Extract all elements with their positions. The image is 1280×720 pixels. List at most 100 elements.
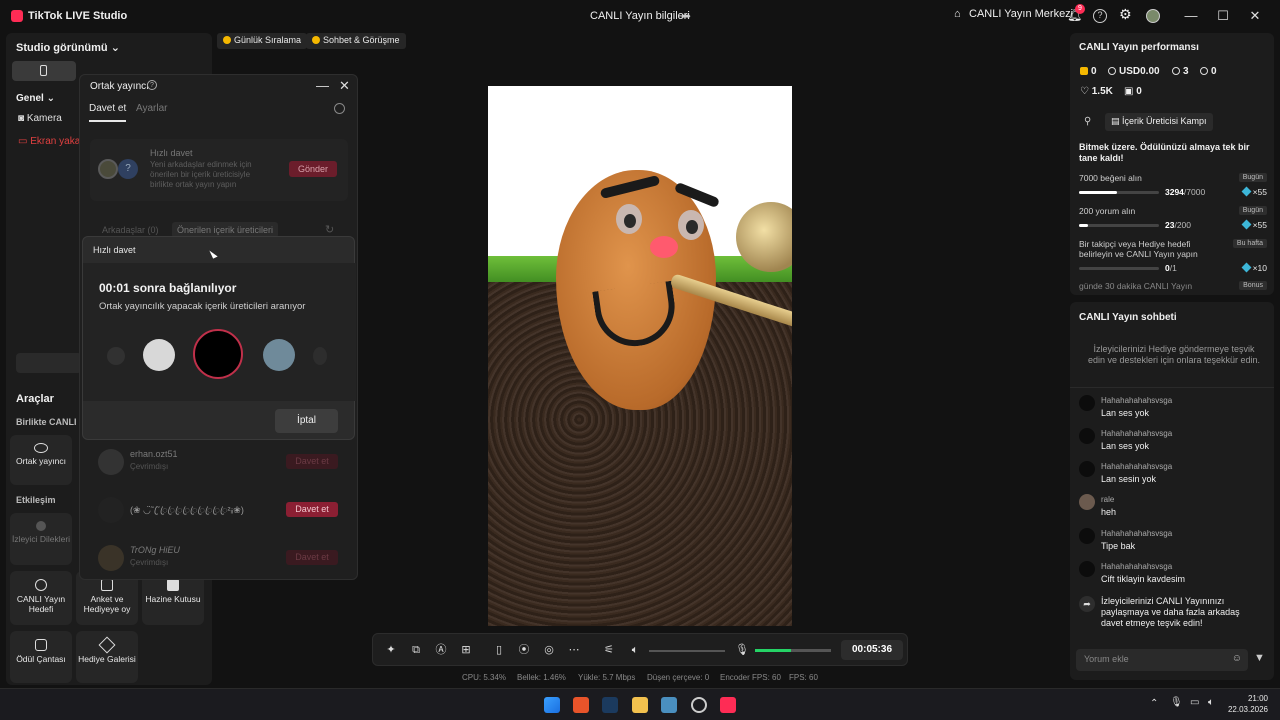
help-icon[interactable]: ? — [147, 80, 157, 90]
tiktok-live-icon[interactable] — [720, 697, 736, 713]
message-text: Lan sesin yok — [1101, 474, 1157, 484]
settings-sliders-icon[interactable]: ⚟ — [603, 644, 615, 656]
magic-wand-icon[interactable]: ✦ — [385, 644, 397, 656]
task-name: günde 30 dakika CANLI Yayın — [1079, 281, 1193, 291]
gift-gallery-tool[interactable]: Hediye Galerisi — [76, 631, 138, 683]
phone-icon[interactable]: ▯ — [493, 644, 505, 656]
task-goal: Bir takipçi veya Hediye hedefi belirleyi… — [1079, 239, 1267, 275]
mic-tray-icon[interactable]: 🎙︎ — [1170, 697, 1183, 708]
volume-tray-icon[interactable]: 🔈︎ — [1208, 697, 1214, 708]
mic-level-slider[interactable] — [755, 649, 831, 652]
chat-message: rale heh — [1079, 494, 1269, 524]
speaker-icon[interactable]: 🔈︎ — [629, 644, 641, 656]
interaction-label: Etkileşim — [16, 495, 56, 505]
live-timer: 00:05:36 — [841, 640, 903, 660]
general-label[interactable]: Genel ⌄ — [16, 93, 55, 104]
search-icon[interactable] — [334, 103, 345, 114]
brave-icon[interactable] — [573, 697, 589, 713]
user-name: (❀ ◡̈˜˜ꦿꦿꦿꦿꦿꦿꦿꦿꦿꦿ²ᵢᵢ❀) — [130, 505, 244, 515]
emoji-icon[interactable]: ☺ — [1232, 653, 1242, 664]
dropped-frames-stat: Düşen çerçeve: 0 — [647, 673, 710, 682]
more-icon[interactable]: ⋯ — [568, 644, 580, 656]
cpu-stat: CPU: 5.34% — [462, 673, 507, 682]
filter-icon[interactable]: ▼ — [1254, 652, 1265, 664]
daily-ranking-chip[interactable]: Günlük Sıralama — [217, 33, 308, 49]
live-preview — [488, 86, 792, 626]
close-icon[interactable]: ✕ — [1247, 8, 1263, 24]
dialog-title: Ortak yayıncı — [90, 81, 149, 92]
effects-icon[interactable]: ⧉ — [410, 644, 422, 656]
quick-invite-desc: Yeni arkadaşlar edinmek için önerilen bi… — [150, 160, 252, 189]
quick-invite-title: Hızlı davet — [150, 148, 193, 158]
live-center-link[interactable]: CANLI Yayın Merkezi — [969, 8, 1073, 20]
ai-icon[interactable]: Ⓐ — [435, 644, 447, 656]
medal-icon — [223, 36, 231, 44]
task-progress-bar — [1079, 267, 1159, 270]
invite-button[interactable]: Davet et — [286, 454, 338, 469]
add-source-button[interactable] — [16, 353, 82, 373]
add-user-icon — [1200, 67, 1208, 75]
viewer-wishes-tool[interactable]: İzleyici Dilekleri — [10, 513, 72, 565]
add-scene-icon[interactable]: ⊞ — [460, 644, 472, 656]
microphone-icon[interactable]: 🎙︎ — [735, 644, 749, 656]
app-icon[interactable] — [691, 697, 707, 713]
camera-toggle-icon[interactable]: ◎ — [543, 644, 555, 656]
dialog-close-icon[interactable]: ✕ — [339, 78, 350, 94]
tab-invite[interactable]: Davet et — [89, 103, 126, 114]
chevron-up-icon[interactable]: ⌃ — [1150, 698, 1158, 709]
camera-icon: ◙ — [18, 113, 25, 124]
live-info-title[interactable]: CANLI Yayın bilgileri — [590, 10, 690, 22]
tiktok-logo-icon — [11, 10, 23, 22]
avatar[interactable] — [1146, 9, 1160, 23]
reward-bag-tool[interactable]: Ödül Çantası — [10, 631, 72, 683]
live-goal-label: CANLI Yayın Hedefi — [16, 594, 66, 614]
help-icon[interactable]: ? — [1093, 9, 1107, 23]
source-screen-capture[interactable]: ▭ Ekran yaka — [18, 136, 80, 147]
folder-icon[interactable] — [632, 697, 648, 713]
diamond-reward-icon — [1241, 262, 1252, 273]
start-icon[interactable] — [544, 697, 560, 713]
chat-call-chip[interactable]: Sohbet & Görüşme — [306, 33, 406, 49]
system-clock[interactable]: 21:00 22.03.2026 — [1222, 693, 1268, 715]
source-camera[interactable]: ◙ Kamera — [18, 113, 62, 124]
photos-icon[interactable] — [661, 697, 677, 713]
user-name: erhan.ozt51 — [130, 449, 178, 459]
candidate-avatar — [107, 347, 125, 365]
portrait-button[interactable] — [12, 61, 76, 81]
usd-stat: USD0.00 — [1108, 66, 1160, 77]
volume-slider[interactable] — [649, 650, 725, 652]
refresh-icon[interactable]: ↻ — [325, 223, 334, 236]
live-goal-tool[interactable]: CANLI Yayın Hedefi — [10, 571, 72, 625]
share-icon: ➦ — [1079, 596, 1095, 612]
steam-icon[interactable] — [602, 697, 618, 713]
gear-icon[interactable]: ⚙ — [1119, 6, 1132, 23]
send-button[interactable]: Gönder — [289, 161, 337, 177]
minimize-icon[interactable]: — — [1183, 8, 1199, 24]
edit-user-icon[interactable]: ⚲ — [1084, 116, 1091, 127]
likes-stat: ♡ 1.5K — [1080, 86, 1113, 97]
fps-stat: FPS: 60 — [789, 673, 818, 682]
list-item: (❀ ◡̈˜˜ꦿꦿꦿꦿꦿꦿꦿꦿꦿꦿ²ᵢᵢ❀) Davet et — [98, 495, 348, 525]
avatar — [98, 449, 124, 475]
comment-input[interactable]: Yorum ekle ☺ — [1076, 649, 1248, 671]
viewers-icon — [1172, 67, 1180, 75]
record-icon[interactable]: ⦿ — [518, 644, 530, 656]
studio-view-title[interactable]: Studio görünümü ⌄ — [16, 41, 120, 54]
creator-camp-button[interactable]: ▤ İçerik Üreticisi Kampı — [1105, 113, 1213, 131]
task-name: 7000 beğeni alın — [1079, 173, 1142, 183]
home-icon[interactable]: ⌂ — [954, 8, 961, 20]
share-icon[interactable]: ➦ — [681, 9, 695, 23]
dialog-minimize-icon[interactable]: — — [316, 78, 329, 93]
task-badge: Bugün — [1238, 206, 1267, 215]
invite-button[interactable]: Davet et — [286, 502, 338, 517]
tab-settings[interactable]: Ayarlar — [136, 103, 168, 114]
tab-friends[interactable]: Arkadaşlar (0) — [102, 225, 159, 235]
co-host-tool[interactable]: Ortak yayıncı — [10, 435, 72, 485]
cancel-button[interactable]: İptal — [275, 409, 338, 433]
suggested-avatar — [98, 159, 118, 179]
reward-bag-label: Ödül Çantası — [16, 654, 66, 664]
maximize-icon[interactable]: ☐ — [1215, 8, 1231, 24]
invite-button[interactable]: Davet et — [286, 550, 338, 565]
diamond-reward-icon — [1241, 219, 1252, 230]
monitor-tray-icon[interactable]: ▭ — [1190, 697, 1199, 708]
